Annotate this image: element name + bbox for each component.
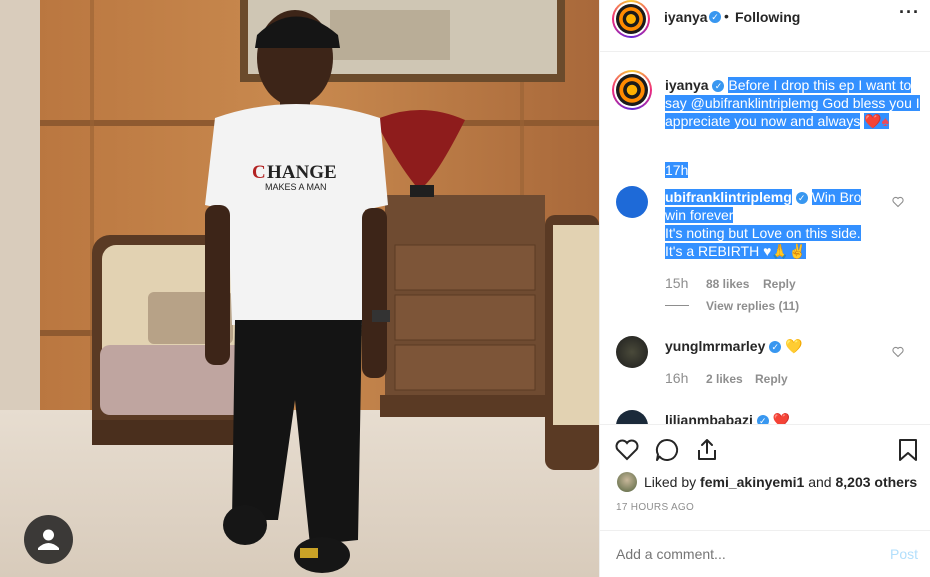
add-comment-input[interactable] (614, 543, 858, 565)
caption-username[interactable]: iyanya (665, 77, 709, 93)
comment-likes[interactable]: 88 likes (706, 277, 749, 291)
likes-summary: Liked by femi_akinyemi1 and 8,203 others (644, 474, 917, 490)
commenter-avatar[interactable] (616, 336, 648, 368)
comment-username[interactable]: ubifranklintriplemg (665, 189, 792, 205)
post-photo[interactable]: C HANGE MAKES A MAN (0, 0, 599, 577)
comment-like-heart-icon[interactable] (892, 196, 904, 208)
comment-username[interactable]: lilianmbabazi (665, 412, 753, 424)
comment-body: yunglmrmarley ✓ 💛 (665, 338, 803, 355)
more-dots-icon[interactable]: ··· (899, 2, 920, 23)
view-replies-line (665, 305, 689, 306)
caption: iyanya ✓ Before I drop this ep I want to… (665, 76, 920, 130)
author-username[interactable]: iyanya (664, 9, 708, 25)
user-tag-button[interactable] (24, 515, 73, 564)
caption-avatar[interactable] (612, 70, 652, 110)
post-timestamp: 17 HOURS AGO (616, 502, 695, 513)
bookmark-icon[interactable] (896, 437, 920, 463)
caption-emojis: ❤️♠ (864, 113, 890, 129)
share-icon[interactable] (694, 437, 720, 463)
post-comment-button[interactable]: Post (890, 546, 918, 562)
reply-button[interactable]: Reply (755, 372, 788, 386)
svg-text:HANGE: HANGE (267, 162, 337, 183)
caption-time: 17h (665, 162, 689, 178)
comment-emoji: ❤️ (772, 412, 791, 424)
following-button[interactable]: Following (735, 9, 800, 25)
comment-emoji: 💛 (785, 338, 803, 354)
view-replies-button[interactable]: View replies (11) (706, 299, 799, 313)
comment-text: It's noting but Love on this side. (665, 225, 861, 241)
commenter-avatar[interactable] (616, 186, 648, 218)
comment-username[interactable]: yunglmrmarley (665, 338, 765, 354)
photo-image: C HANGE MAKES A MAN (0, 0, 599, 577)
verified-icon: ✓ (756, 415, 769, 424)
comment-bubble-icon[interactable] (654, 437, 680, 463)
verified-icon: ✓ (769, 341, 782, 354)
verified-icon: ✓ (795, 192, 808, 205)
verified-icon: ✓ (712, 80, 725, 93)
likes-and: and (808, 474, 832, 490)
comments-list[interactable]: iyanya ✓ Before I drop this ep I want to… (600, 52, 930, 424)
comment-text: It's a REBIRTH ♥🙏✌ (665, 243, 807, 259)
add-comment-bar: Post (600, 530, 930, 577)
author-avatar[interactable] (612, 0, 650, 38)
post-header: iyanya ✓ • Following ··· (600, 0, 930, 52)
like-heart-icon[interactable] (614, 437, 640, 463)
comment-time: 15h (665, 275, 689, 291)
comment-likes[interactable]: 2 likes (706, 372, 743, 386)
likes-others[interactable]: 8,203 others (835, 474, 917, 490)
user-icon (38, 529, 59, 550)
comment-body: ubifranklintriplemg ✓ Win Bro win foreve… (665, 188, 905, 260)
svg-text:MAKES A MAN: MAKES A MAN (265, 182, 327, 192)
liker-username[interactable]: femi_akinyemi1 (700, 474, 804, 490)
svg-text:C: C (252, 162, 266, 183)
verified-icon: ✓ (709, 11, 721, 23)
comment-like-heart-icon[interactable] (892, 346, 904, 358)
dot-separator: • (724, 8, 729, 24)
comment-text: win forever (665, 207, 734, 223)
reply-button[interactable]: Reply (763, 277, 796, 291)
likes-prefix: Liked by (644, 474, 697, 490)
commenter-avatar[interactable] (616, 410, 648, 424)
comment-body: lilianmbabazi ✓ ❤️ (665, 412, 790, 424)
liker-avatar[interactable] (617, 472, 637, 492)
post-side-panel: iyanya ✓ • Following ··· iyanya ✓ Before… (599, 0, 930, 577)
comment-text: Win Bro (811, 189, 862, 205)
comment-time: 16h (665, 370, 689, 386)
